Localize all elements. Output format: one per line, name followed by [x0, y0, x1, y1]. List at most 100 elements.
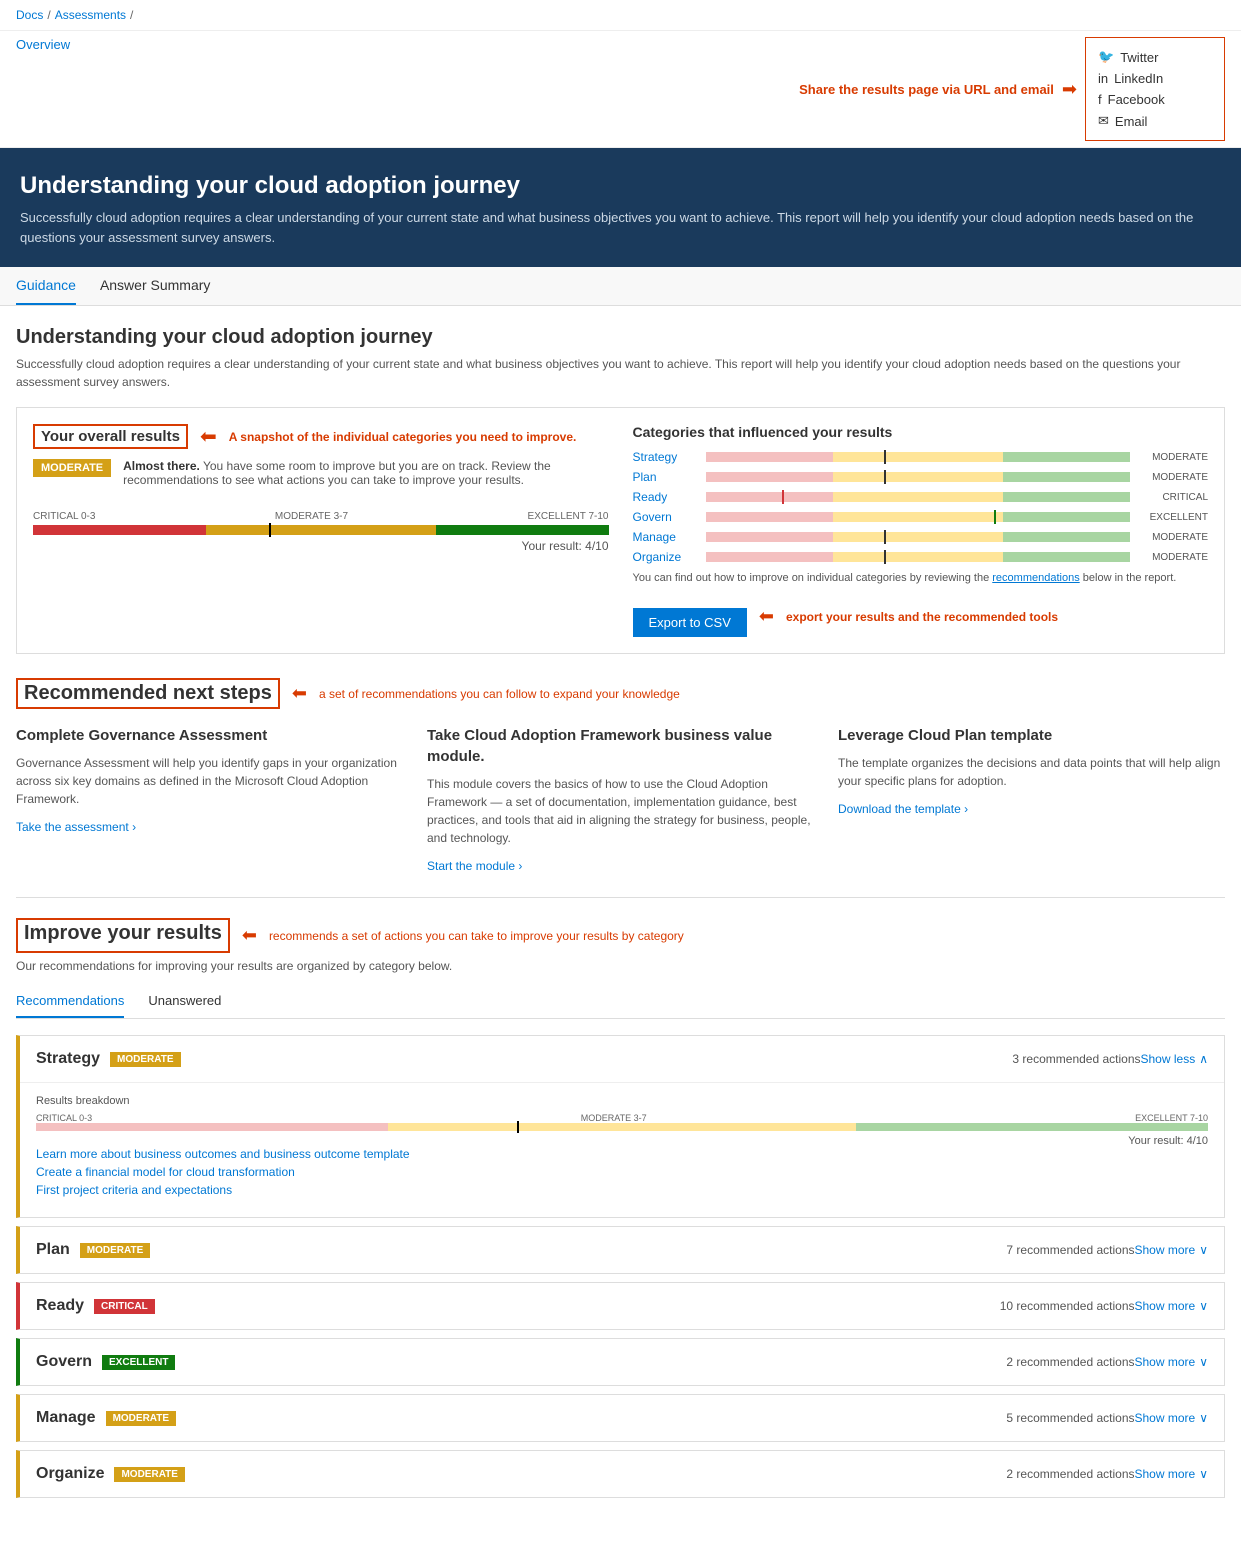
cat-row-plan: Plan MODERATE — [633, 470, 1209, 484]
manage-actions-count: 5 recommended actions — [1006, 1411, 1134, 1425]
share-dropdown: 🐦 Twitter in LinkedIn f Facebook ✉ Email — [1085, 37, 1225, 141]
improve-desc: Our recommendations for improving your r… — [16, 959, 1225, 973]
cat-section-organize-header[interactable]: Organize MODERATE 2 recommended actions … — [20, 1451, 1224, 1497]
cat-row-organize: Organize MODERATE — [633, 550, 1209, 564]
left-arrow-icon: ⬅ — [200, 424, 217, 449]
improve-title: Improve your results — [24, 922, 222, 945]
recommended-annotation: a set of recommendations you can follow … — [319, 687, 680, 701]
share-facebook[interactable]: f Facebook — [1098, 89, 1212, 110]
strategy-mini-marker — [517, 1121, 519, 1133]
plan-show-more[interactable]: Show more ∨ — [1135, 1243, 1209, 1257]
recommendations-link[interactable]: recommendations — [992, 572, 1079, 584]
content-title: Understanding your cloud adoption journe… — [16, 326, 1225, 349]
cat-name-govern: Govern — [633, 510, 698, 524]
start-module-link[interactable]: Start the module › — [427, 859, 522, 873]
take-assessment-link[interactable]: Take the assessment › — [16, 820, 136, 834]
cat-bar-plan — [706, 472, 1131, 482]
organize-show-more[interactable]: Show more ∨ — [1135, 1467, 1209, 1481]
strategy-name: Strategy — [36, 1050, 100, 1068]
share-email[interactable]: ✉ Email — [1098, 110, 1212, 132]
cat-bar-ready — [706, 492, 1131, 502]
categories-title: Categories that influenced your results — [633, 424, 1209, 440]
share-text: Share the results page via URL and email — [799, 82, 1054, 97]
manage-show-more[interactable]: Show more ∨ — [1135, 1411, 1209, 1425]
hero-description: Successfully cloud adoption requires a c… — [20, 208, 1221, 247]
share-area: Share the results page via URL and email… — [799, 37, 1225, 141]
tab-unanswered[interactable]: Unanswered — [148, 985, 221, 1018]
share-twitter[interactable]: 🐦 Twitter — [1098, 46, 1212, 68]
chevron-down-icon: ∨ — [1199, 1411, 1208, 1425]
organize-actions-count: 2 recommended actions — [1006, 1467, 1134, 1481]
strategy-show-less[interactable]: Show less ∧ — [1141, 1052, 1209, 1066]
overall-results-title: Your overall results — [41, 428, 180, 445]
score-marker — [269, 523, 271, 537]
download-template-link[interactable]: Download the template › — [838, 802, 968, 816]
overview-link[interactable]: Overview — [16, 37, 70, 52]
breadcrumb-docs[interactable]: Docs — [16, 8, 43, 22]
cat-section-plan: Plan MODERATE 7 recommended actions Show… — [16, 1226, 1225, 1274]
plan-name: Plan — [36, 1241, 70, 1259]
share-linkedin[interactable]: in LinkedIn — [1098, 68, 1212, 89]
cat-name-manage: Manage — [633, 530, 698, 544]
score-bar-yellow — [206, 525, 436, 535]
cat-section-strategy-header[interactable]: Strategy MODERATE 3 recommended actions … — [20, 1036, 1224, 1082]
top-bar: Overview Share the results page via URL … — [0, 31, 1241, 148]
action-link-2[interactable]: First project criteria and expectations — [36, 1183, 1208, 1197]
govern-name: Govern — [36, 1353, 92, 1371]
chevron-down-icon: ∨ — [1199, 1467, 1208, 1481]
score-bar-track — [33, 525, 609, 535]
cat-section-manage-header[interactable]: Manage MODERATE 5 recommended actions Sh… — [20, 1395, 1224, 1441]
categories-note: You can find out how to improve on indiv… — [633, 572, 1209, 584]
cat-row-manage: Manage MODERATE — [633, 530, 1209, 544]
tab-guidance[interactable]: Guidance — [16, 267, 76, 305]
strategy-actions-count: 3 recommended actions — [1012, 1052, 1140, 1066]
strategy-body: Results breakdown CRITICAL 0-3 MODERATE … — [20, 1082, 1224, 1217]
chevron-up-icon: ∧ — [1199, 1052, 1208, 1066]
action-link-0[interactable]: Learn more about business outcomes and b… — [36, 1147, 1208, 1161]
score-desc: Almost there. You have some room to impr… — [123, 459, 608, 487]
rec-card-framework-desc: This module covers the basics of how to … — [427, 775, 814, 847]
recommended-cards: Complete Governance Assessment Governanc… — [16, 725, 1225, 873]
categories-list: Strategy MODERATE Plan — [633, 450, 1209, 564]
rec-card-framework-title: Take Cloud Adoption Framework business v… — [427, 725, 814, 767]
ready-actions-count: 10 recommended actions — [1000, 1299, 1135, 1313]
cat-marker-manage — [884, 530, 886, 544]
action-link-1[interactable]: Create a financial model for cloud trans… — [36, 1165, 1208, 1179]
main-content: Understanding your cloud adoption journe… — [0, 306, 1241, 1542]
cat-section-organize: Organize MODERATE 2 recommended actions … — [16, 1450, 1225, 1498]
govern-actions-count: 2 recommended actions — [1006, 1355, 1134, 1369]
govern-badge: EXCELLENT — [102, 1355, 175, 1370]
tab-recommendations[interactable]: Recommendations — [16, 985, 124, 1018]
ready-show-more[interactable]: Show more ∨ — [1135, 1299, 1209, 1313]
hero-title: Understanding your cloud adoption journe… — [20, 172, 1221, 200]
cat-marker-ready — [782, 490, 784, 504]
export-csv-button[interactable]: Export to CSV — [633, 608, 747, 637]
score-bar-red — [33, 525, 206, 535]
improve-annotation: recommends a set of actions you can take… — [269, 929, 684, 943]
share-arrow-icon: ➡ — [1062, 79, 1077, 100]
rec-card-framework: Take Cloud Adoption Framework business v… — [427, 725, 814, 873]
cat-name-ready: Ready — [633, 490, 698, 504]
manage-badge: MODERATE — [106, 1411, 176, 1426]
cat-row-strategy: Strategy MODERATE — [633, 450, 1209, 464]
improve-tabs: Recommendations Unanswered — [16, 985, 1225, 1019]
score-bar-labels: CRITICAL 0-3 MODERATE 3-7 EXCELLENT 7-10 — [33, 511, 609, 522]
recommended-section: Recommended next steps ⬅ a set of recomm… — [16, 678, 1225, 873]
cat-bar-organize — [706, 552, 1131, 562]
cat-section-ready-header[interactable]: Ready CRITICAL 10 recommended actions Sh… — [20, 1283, 1224, 1329]
email-icon: ✉ — [1098, 113, 1109, 129]
breadcrumb: Docs / Assessments / — [0, 0, 1241, 31]
cat-section-govern-header[interactable]: Govern EXCELLENT 2 recommended actions S… — [20, 1339, 1224, 1385]
cat-section-plan-header[interactable]: Plan MODERATE 7 recommended actions Show… — [20, 1227, 1224, 1273]
cat-bar-strategy — [706, 452, 1131, 462]
plan-badge: MODERATE — [80, 1243, 150, 1258]
strategy-badge: MODERATE — [110, 1052, 180, 1067]
hero-section: Understanding your cloud adoption journe… — [0, 148, 1241, 267]
tab-answer-summary[interactable]: Answer Summary — [100, 267, 210, 305]
breadcrumb-assessments[interactable]: Assessments — [55, 8, 126, 22]
cat-name-organize: Organize — [633, 550, 698, 564]
cat-level-ready: CRITICAL — [1138, 492, 1208, 503]
cat-level-manage: MODERATE — [1138, 532, 1208, 543]
export-arrow-icon: ⬅ — [759, 606, 774, 627]
govern-show-more[interactable]: Show more ∨ — [1135, 1355, 1209, 1369]
